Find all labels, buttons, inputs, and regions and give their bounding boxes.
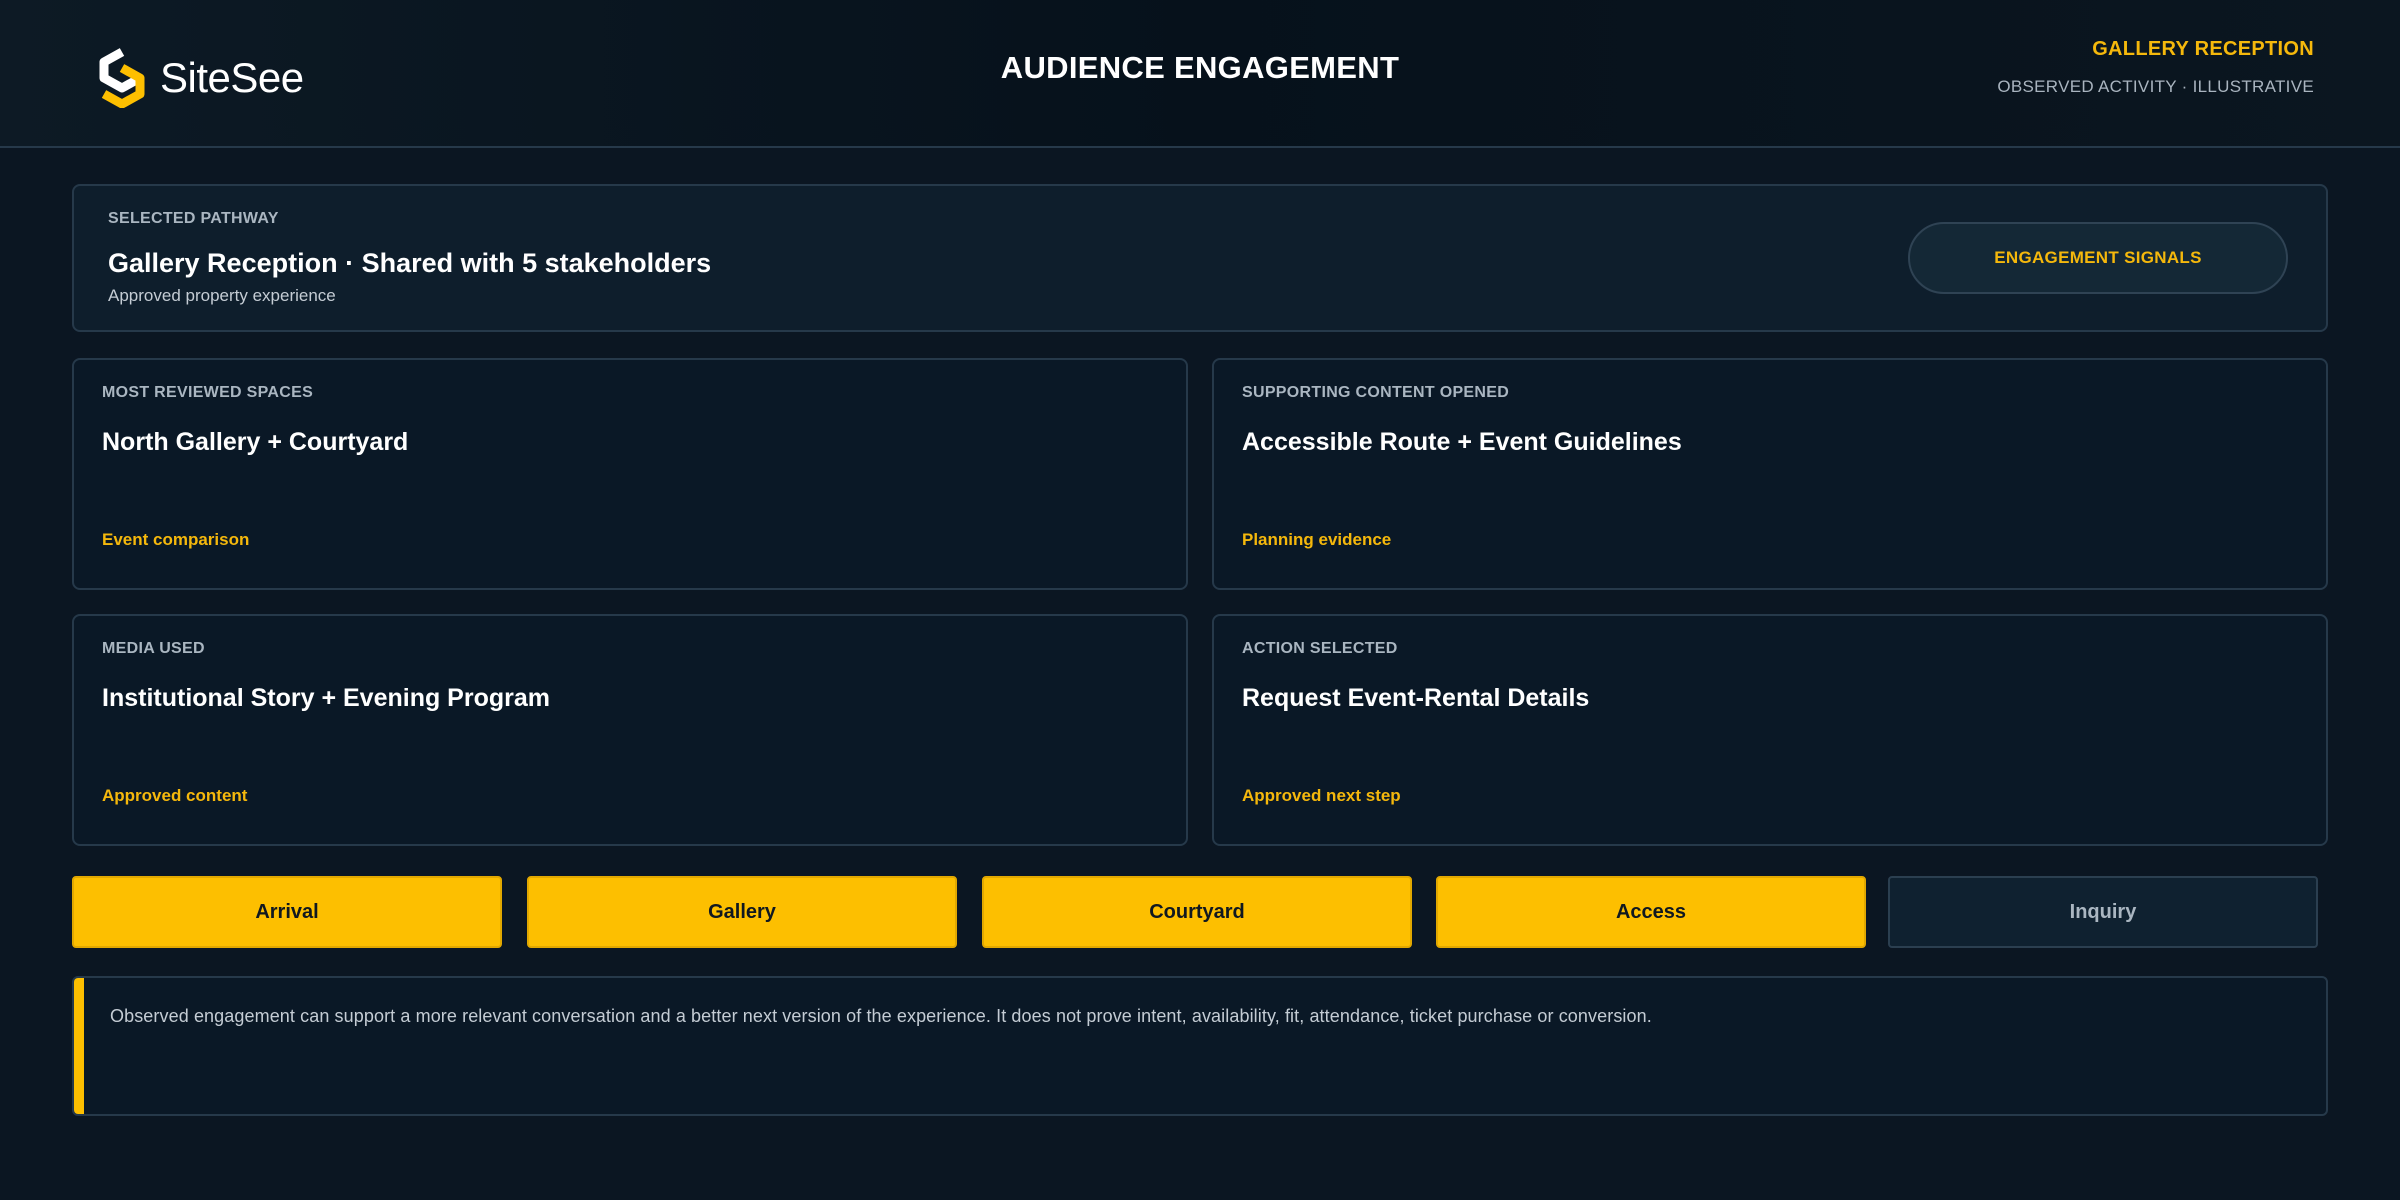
card-eyebrow: SUPPORTING CONTENT OPENED [1242, 384, 1510, 401]
card-value: Request Event-Rental Details [1242, 684, 1590, 712]
card-value: Institutional Story + Evening Program [102, 684, 550, 712]
card-most-reviewed-spaces: MOST REVIEWED SPACES North Gallery + Cou… [72, 358, 1188, 590]
card-tag: Planning evidence [1242, 530, 1392, 549]
selected-pathway-panel: SELECTED PATHWAY Gallery Reception · Sha… [72, 184, 2328, 332]
step-inquiry[interactable]: Inquiry [1888, 876, 2318, 948]
context-label: GALLERY RECEPTION [2092, 38, 2314, 60]
step-arrival[interactable]: Arrival [72, 876, 502, 948]
card-value: Accessible Route + Event Guidelines [1242, 428, 1682, 456]
pathway-subtitle: Approved property experience [108, 286, 336, 305]
step-courtyard[interactable]: Courtyard [982, 876, 1412, 948]
card-action-selected: ACTION SELECTED Request Event-Rental Det… [1212, 614, 2328, 846]
card-supporting-content: SUPPORTING CONTENT OPENED Accessible Rou… [1212, 358, 2328, 590]
card-media-used: MEDIA USED Institutional Story + Evening… [72, 614, 1188, 846]
card-tag: Event comparison [102, 530, 250, 549]
card-eyebrow: MOST REVIEWED SPACES [102, 384, 314, 401]
pathway-eyebrow: SELECTED PATHWAY [108, 210, 279, 227]
context-block: GALLERY RECEPTION OBSERVED ACTIVITY · IL… [1997, 38, 2314, 97]
card-eyebrow: ACTION SELECTED [1242, 640, 1398, 657]
note-text: Observed engagement can support a more r… [110, 1006, 1652, 1026]
step-gallery[interactable]: Gallery [527, 876, 957, 948]
disclaimer-note: Observed engagement can support a more r… [72, 976, 2328, 1116]
note-accent-bar [74, 978, 84, 1114]
context-subtitle: OBSERVED ACTIVITY · ILLUSTRATIVE [1997, 77, 2314, 96]
card-tag: Approved next step [1242, 786, 1401, 805]
journey-steps: Arrival Gallery Courtyard Access Inquiry [72, 876, 2322, 948]
card-eyebrow: MEDIA USED [102, 640, 205, 657]
engagement-signals-button[interactable]: ENGAGEMENT SIGNALS [1908, 222, 2288, 294]
top-header: SiteSee AUDIENCE ENGAGEMENT GALLERY RECE… [0, 0, 2400, 148]
pathway-title: Gallery Reception · Shared with 5 stakeh… [108, 248, 712, 278]
card-tag: Approved content [102, 786, 248, 805]
step-access[interactable]: Access [1436, 876, 1866, 948]
card-value: North Gallery + Courtyard [102, 428, 409, 456]
